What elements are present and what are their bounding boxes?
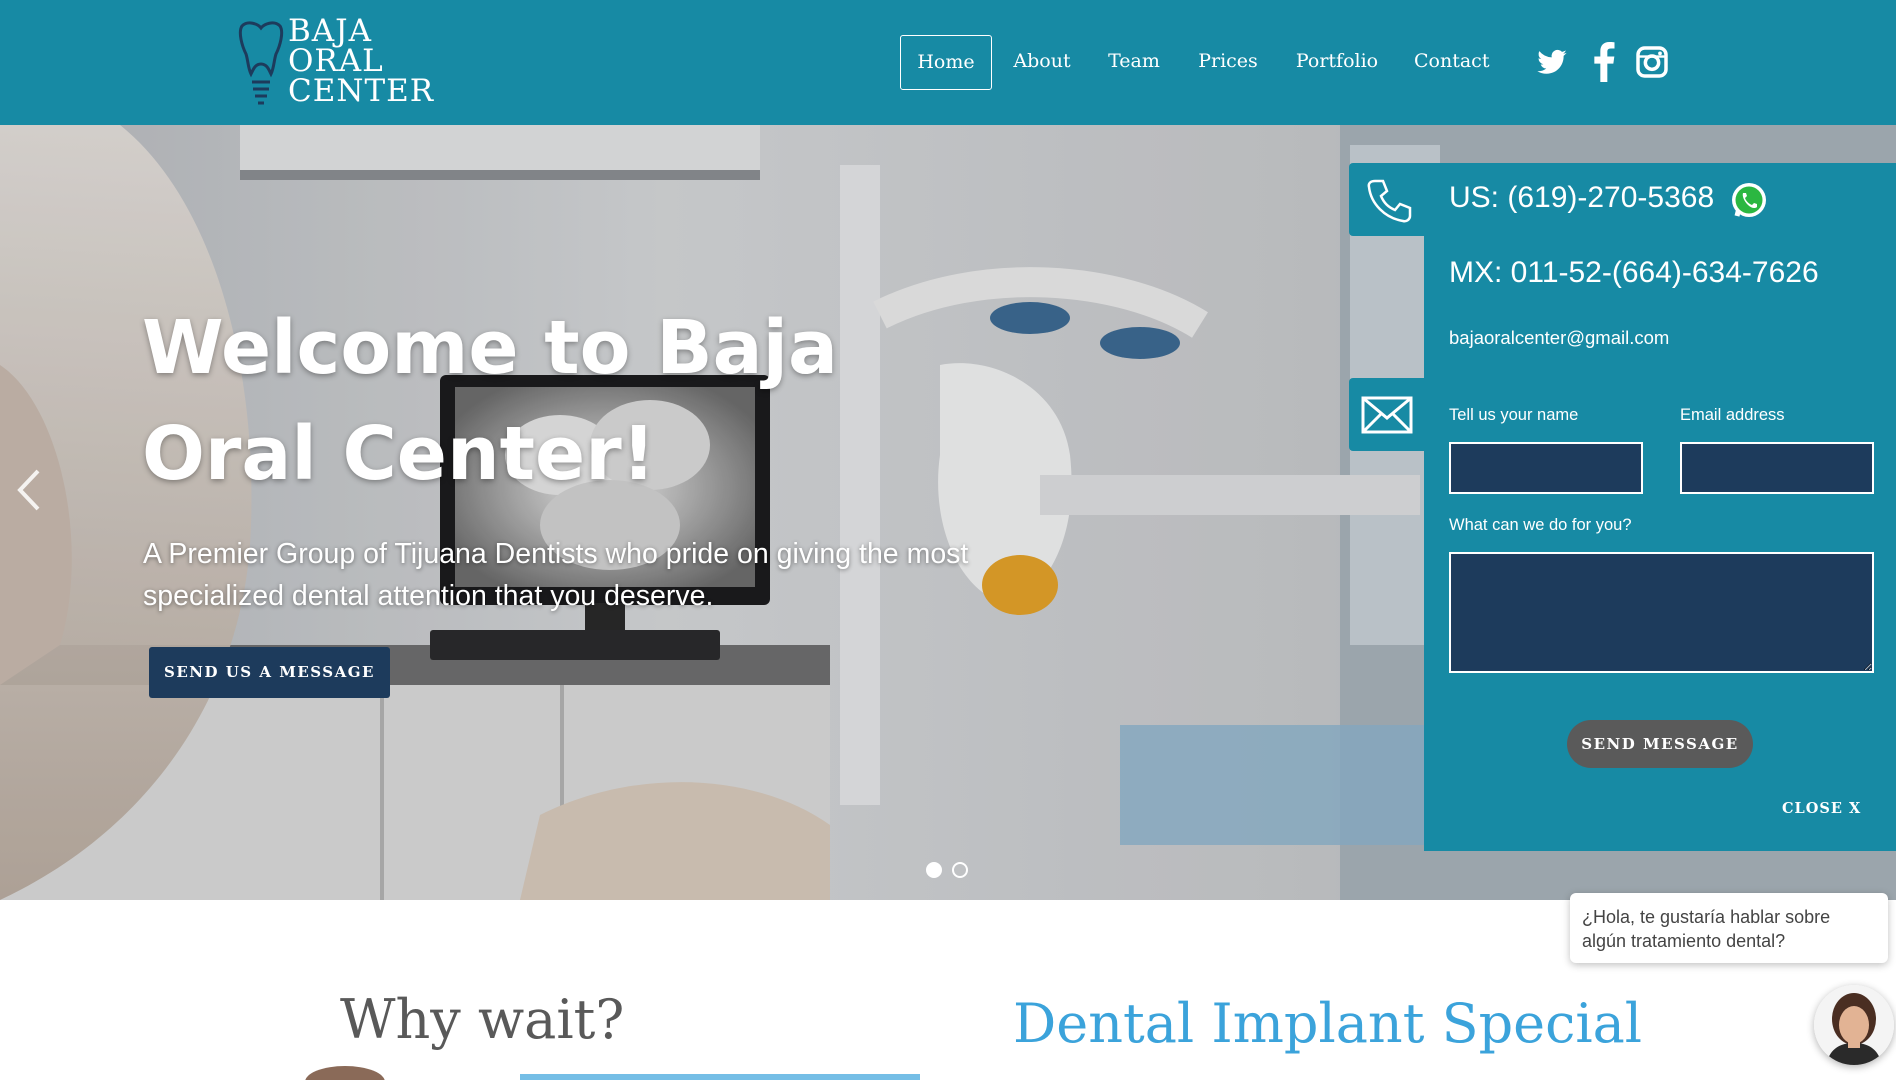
envelope-icon <box>1361 396 1413 434</box>
site-header: BAJA ORAL CENTER Home About Team Prices … <box>0 0 1896 125</box>
nav-portfolio[interactable]: Portfolio <box>1292 35 1382 88</box>
hero-title: Welcome to Baja Oral Center! <box>142 305 838 497</box>
logo-wordmark: BAJA ORAL CENTER <box>288 13 435 109</box>
logo-line: ORAL <box>288 43 384 79</box>
site-logo[interactable]: BAJA ORAL CENTER <box>238 16 433 107</box>
tooth-logo-icon <box>238 21 284 105</box>
chat-greeting-bubble[interactable]: ¿Hola, te gustaría hablar sobre algún tr… <box>1570 893 1888 963</box>
slide-dot-1[interactable] <box>926 862 942 878</box>
logo-line: BAJA <box>288 13 372 49</box>
mail-tab[interactable] <box>1349 378 1426 451</box>
why-wait-heading: Why wait? <box>340 988 625 1051</box>
send-message-button[interactable]: SEND MESSAGE <box>1567 720 1753 768</box>
nav-prices[interactable]: Prices <box>1196 35 1260 88</box>
chat-agent-avatar[interactable] <box>1814 985 1894 1065</box>
facebook-icon[interactable] <box>1592 42 1616 82</box>
phone-tab[interactable] <box>1349 163 1426 236</box>
agent-portrait-icon <box>1814 985 1894 1065</box>
logo-line: CENTER <box>288 73 435 109</box>
phone-us[interactable]: US: (619)-270-5368 <box>1449 181 1714 215</box>
message-textarea[interactable] <box>1449 552 1874 673</box>
nav-contact[interactable]: Contact <box>1414 35 1489 88</box>
name-input[interactable] <box>1449 442 1643 494</box>
nav-team[interactable]: Team <box>1106 35 1162 88</box>
send-us-a-message-button[interactable]: SEND US A MESSAGE <box>149 647 390 698</box>
instagram-icon[interactable] <box>1636 42 1668 82</box>
phone-icon <box>1367 179 1412 223</box>
hero-subtitle: A Premier Group of Tijuana Dentists who … <box>143 538 969 612</box>
nav-about[interactable]: About <box>1012 35 1072 88</box>
chevron-left-icon[interactable] <box>14 465 44 515</box>
email-label: Email address <box>1680 406 1785 424</box>
nav-home[interactable]: Home <box>900 35 992 90</box>
name-label: Tell us your name <box>1449 406 1579 424</box>
whatsapp-icon[interactable] <box>1728 180 1770 222</box>
message-label: What can we do for you? <box>1449 516 1632 534</box>
phone-mx[interactable]: MX: 011-52-(664)-634-7626 <box>1449 256 1819 290</box>
email-link[interactable]: bajaoralcenter@gmail.com <box>1449 327 1669 349</box>
email-input[interactable] <box>1680 442 1874 494</box>
slide-dot-2[interactable] <box>952 862 968 878</box>
twitter-icon[interactable] <box>1536 42 1568 82</box>
close-panel-button[interactable]: CLOSE X <box>1782 800 1861 817</box>
section-image-peek <box>305 1066 920 1080</box>
dental-implant-special-heading: Dental Implant Special <box>1013 992 1643 1055</box>
